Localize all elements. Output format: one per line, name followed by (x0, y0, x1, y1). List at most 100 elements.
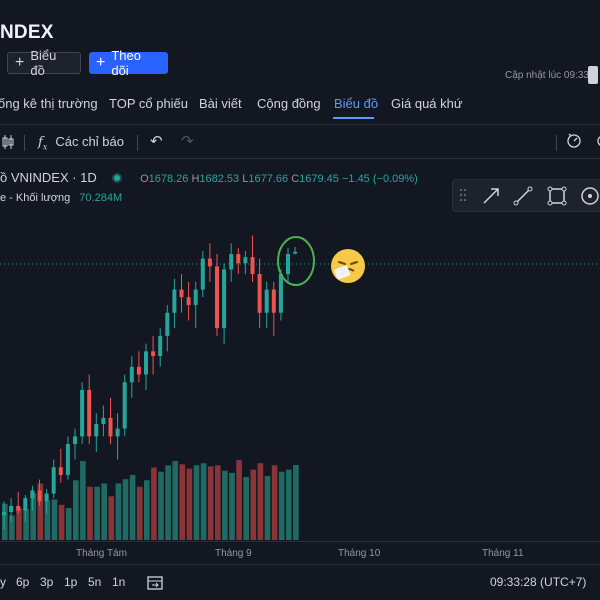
candle-body (144, 351, 148, 375)
candle-body (30, 490, 35, 499)
time-axis-label: Tháng 9 (215, 548, 252, 559)
candle-body (129, 366, 134, 383)
tab-price-history[interactable]: Giá quá khứ (391, 96, 463, 111)
candle-body (136, 366, 141, 375)
chart-button[interactable]: + Biểu đồ (7, 48, 81, 78)
candle-body (271, 289, 276, 313)
main-tabs: ống kê thị trường TOP cổ phiếu Bài viết … (0, 96, 600, 120)
drawing-toolbar (452, 179, 600, 212)
candle-body (179, 289, 184, 298)
chart-button-label: Biểu đồ (30, 48, 57, 78)
candle-type-icon[interactable] (2, 134, 14, 153)
volume-bar (108, 496, 115, 540)
undo-icon[interactable]: ↶ (150, 132, 163, 150)
plus-icon: + (15, 54, 25, 71)
clock-readout[interactable]: 09:33:28 (UTC+7) (490, 575, 586, 589)
volume-bar (58, 504, 65, 540)
tab-chart[interactable]: Biểu đồ (334, 96, 378, 111)
candle-body (278, 274, 283, 313)
volume-bar (293, 465, 299, 540)
volume-bar (165, 465, 171, 540)
tab-articles[interactable]: Bài viết (199, 96, 242, 111)
candle-body (250, 257, 255, 275)
time-axis-label: Tháng 11 (482, 548, 524, 559)
divider (0, 564, 600, 565)
alert-icon[interactable] (566, 132, 582, 153)
rectangle-tool-icon[interactable] (547, 186, 567, 211)
volume-bar (122, 479, 129, 540)
tab-top-stocks[interactable]: TOP cổ phiếu (109, 96, 188, 111)
update-time-label: Cập nhật lúc 09:33: (505, 70, 592, 81)
volume-bar (44, 500, 51, 540)
annotation-circle (277, 236, 315, 286)
calendar-icon[interactable] (146, 574, 164, 595)
volume-bar (94, 486, 100, 540)
volume-bar (2, 503, 8, 540)
time-axis-label: Tháng 10 (338, 548, 381, 559)
circle-tool-icon[interactable] (580, 186, 600, 211)
volume-bar (193, 465, 200, 540)
candle-body (236, 254, 241, 264)
candle-body (58, 467, 63, 475)
volume-bar (278, 471, 285, 540)
arrow-tool-icon[interactable] (481, 186, 501, 211)
range-1m[interactable]: 1p (64, 575, 77, 589)
volume-bar (136, 486, 143, 540)
candle-body (108, 417, 113, 437)
divider (0, 158, 600, 159)
chart-toolbar: fx Các chỉ báo ↶ ↷ (0, 130, 600, 156)
range-3m[interactable]: 3p (40, 575, 53, 589)
indicators-label: Các chỉ báo (55, 134, 124, 149)
redo-icon[interactable]: ↷ (181, 132, 194, 150)
toolbar-separator (556, 135, 557, 151)
candle-body (243, 257, 248, 264)
volume-bar (186, 468, 193, 540)
volume-bar (172, 461, 178, 540)
range-1y[interactable]: y (0, 575, 6, 589)
toolbar-separator (137, 135, 138, 151)
candle-body (2, 512, 6, 516)
function-icon: fx (38, 135, 48, 152)
volume-bar (115, 483, 122, 540)
volume-bar (80, 461, 86, 540)
range-5d[interactable]: 5n (88, 575, 101, 589)
indicators-button[interactable]: fx Các chỉ báo (38, 134, 124, 152)
volume-bar (101, 483, 107, 540)
tab-community[interactable]: Cộng đồng (257, 96, 321, 111)
active-tab-indicator (333, 117, 374, 119)
candle-body (44, 493, 49, 502)
volume-bar (87, 486, 93, 540)
toolbar-separator (24, 135, 25, 151)
candle-body (264, 289, 269, 313)
candle-body (80, 390, 85, 437)
drag-handle-icon[interactable] (459, 188, 467, 207)
volume-bar (23, 509, 29, 540)
candlestick-chart[interactable] (0, 160, 600, 540)
volume-bar (30, 493, 36, 540)
volume-bar (271, 465, 278, 540)
divider (0, 124, 600, 125)
follow-button[interactable]: + Theo dõi (89, 48, 168, 78)
trend-line-icon[interactable] (513, 186, 533, 211)
plus-icon: + (96, 54, 106, 71)
volume-bar (144, 480, 150, 540)
tab-market-stats[interactable]: ống kê thị trường (0, 96, 98, 111)
candle-body (165, 312, 170, 336)
volume-bar (16, 508, 22, 540)
volume-bar (243, 477, 249, 540)
volume-bar (215, 465, 221, 540)
candle-body (207, 258, 212, 267)
candle-body (94, 424, 99, 437)
candle-body (186, 297, 191, 305)
volume-bar (73, 480, 79, 540)
candle-body (16, 505, 21, 511)
scrollbar-thumb[interactable] (588, 66, 598, 84)
candle-body (51, 467, 56, 494)
settings-icon[interactable] (595, 132, 600, 153)
volume-bar (286, 469, 292, 540)
volume-bar (236, 460, 242, 540)
range-6m[interactable]: 6p (16, 575, 29, 589)
range-1d[interactable]: 1n (112, 575, 125, 589)
candle-body (200, 258, 205, 290)
volume-bar (200, 463, 207, 540)
